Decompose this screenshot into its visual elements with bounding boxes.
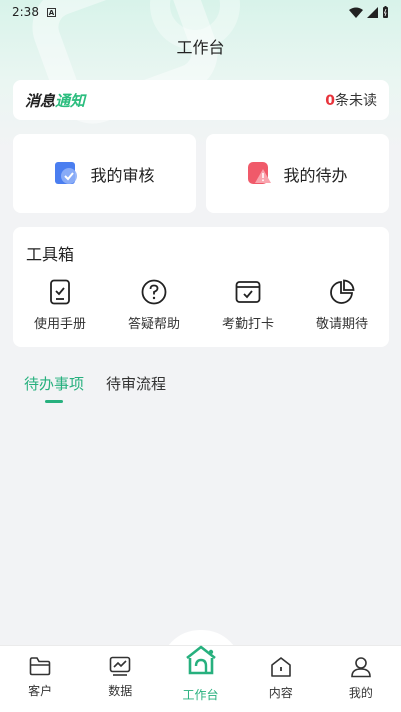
- tab-pending-review[interactable]: 待审流程: [106, 373, 166, 394]
- my-todo-label: 我的待办: [283, 165, 348, 185]
- message-title-part2: 通知: [55, 91, 86, 110]
- nav-item-workbench[interactable]: 工作台: [160, 644, 240, 712]
- status-time: 2:38: [12, 5, 39, 19]
- tool-label-manual: 使用手册: [33, 317, 86, 332]
- tab-todo[interactable]: 待办事项: [24, 373, 84, 403]
- tool-label-help: 答疑帮助: [127, 317, 180, 332]
- chart-icon: [109, 656, 131, 676]
- tool-label-coming-soon: 敬请期待: [315, 317, 368, 332]
- tool-item-manual[interactable]: 使用手册: [13, 279, 107, 332]
- manual-icon: [50, 279, 70, 305]
- content-house-icon: [270, 657, 291, 677]
- folder-icon: [29, 657, 51, 676]
- nav-item-mine[interactable]: 我的: [321, 646, 401, 712]
- nav-label-data: 数据: [108, 684, 133, 698]
- toolbox-grid: 使用手册 答疑帮助 考勤打卡 敬请期待: [13, 279, 389, 332]
- task-tabs: 待办事项 待审流程: [24, 373, 166, 403]
- attendance-icon: [235, 281, 261, 303]
- nav-label-mine: 我的: [348, 686, 373, 700]
- toolbox-card: 工具箱 使用手册 答疑帮助 考勤打卡 敬请期待: [13, 227, 389, 347]
- review-shield-icon: [55, 161, 78, 184]
- wifi-icon: [349, 7, 363, 18]
- status-a-icon: A: [46, 7, 56, 17]
- toolbox-title: 工具箱: [26, 245, 75, 264]
- nav-label-workbench: 工作台: [182, 688, 219, 702]
- battery-icon: [383, 6, 388, 18]
- page-title: 工作台: [176, 38, 225, 57]
- message-title: 消息通知: [25, 90, 85, 111]
- nav-item-data[interactable]: 数据: [80, 646, 160, 712]
- status-bar: 2:38 A: [0, 0, 401, 24]
- help-icon: [141, 279, 167, 305]
- my-review-label: 我的审核: [90, 165, 155, 185]
- nav-item-customer[interactable]: 客户: [0, 646, 80, 712]
- pie-chart-icon: [330, 279, 355, 304]
- nav-label-content: 内容: [268, 686, 293, 700]
- unread-suffix: 条未读: [335, 93, 377, 109]
- tool-item-help[interactable]: 答疑帮助: [107, 279, 201, 332]
- home-workbench-icon: [185, 645, 216, 675]
- todo-warning-icon: [248, 161, 272, 184]
- tool-item-coming-soon[interactable]: 敬请期待: [295, 279, 389, 332]
- tool-item-attendance[interactable]: 考勤打卡: [201, 279, 295, 332]
- nav-item-content[interactable]: 内容: [241, 646, 321, 712]
- message-notice-card[interactable]: 消息通知 0条未读: [13, 80, 389, 120]
- tool-label-attendance: 考勤打卡: [221, 317, 274, 332]
- status-icons: [349, 6, 389, 18]
- nav-label-customer: 客户: [28, 684, 53, 698]
- unread-count: 0: [325, 93, 335, 109]
- my-review-button[interactable]: 我的审核: [13, 134, 196, 213]
- my-todo-button[interactable]: 我的待办: [206, 134, 389, 213]
- bottom-nav: 客户 数据 工作台 内容 我的: [0, 645, 401, 712]
- signal-icon: [367, 6, 378, 18]
- unread-status: 0条未读: [325, 90, 377, 110]
- person-icon: [351, 657, 371, 678]
- workbench-icon-wrap: [184, 644, 218, 680]
- message-title-part1: 消息: [25, 91, 56, 110]
